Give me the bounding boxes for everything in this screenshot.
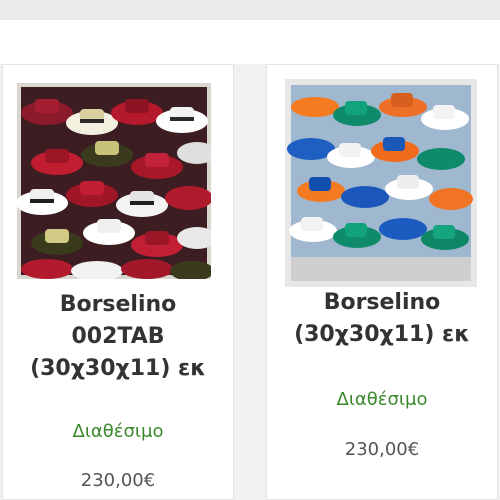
availability-status: Διαθέσιμο: [72, 421, 164, 442]
product-price: 230,00€: [80, 470, 156, 491]
product-price: 230,00€: [344, 439, 420, 460]
product-image-1[interactable]: [17, 83, 211, 279]
top-bar: [0, 0, 500, 20]
product-image-2[interactable]: [285, 79, 477, 287]
hat-artwork-image: [285, 79, 477, 287]
availability-status: Διαθέσιμο: [336, 389, 428, 410]
product-card-1[interactable]: Borselino 002TAB (30χ30χ11) εκ Διαθέσιμο…: [2, 64, 234, 500]
product-card-2[interactable]: Borselino (30χ30χ11) εκ Διαθέσιμο 230,00…: [266, 64, 498, 500]
product-title[interactable]: Borselino (30χ30χ11) εκ: [267, 287, 497, 351]
page-spacer: [0, 20, 500, 64]
product-title[interactable]: Borselino 002TAB (30χ30χ11) εκ: [3, 289, 233, 385]
hat-artwork-image: [17, 83, 211, 279]
product-title-line: Borselino: [323, 290, 441, 315]
product-title-line: (30χ30χ11) εκ: [294, 322, 470, 347]
product-title-line: (30χ30χ11) εκ: [30, 356, 206, 381]
product-title-line: 002TAB: [71, 324, 165, 349]
product-title-line: Borselino: [59, 292, 177, 317]
